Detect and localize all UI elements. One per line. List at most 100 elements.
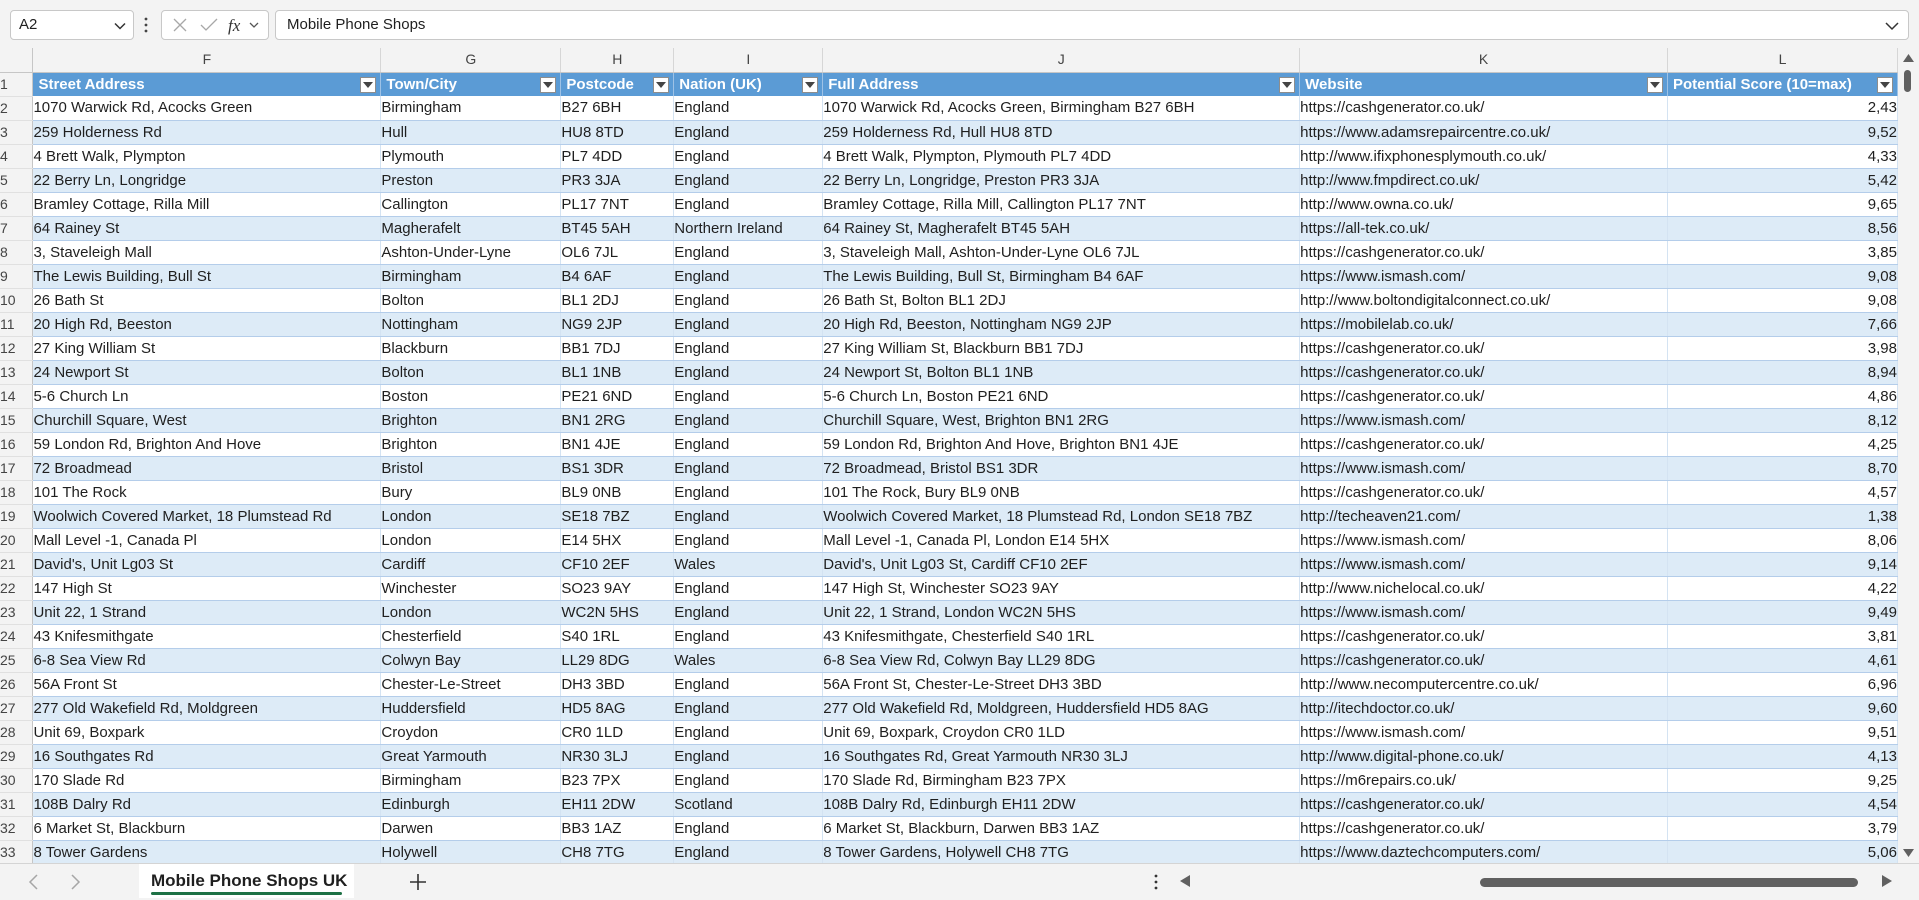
cell-street-address[interactable]: 108B Dalry Rd: [32, 792, 382, 817]
cell-website[interactable]: http://www.boltondigitalconnect.co.uk/: [1299, 288, 1669, 313]
cell-potential-score[interactable]: 3,98: [1667, 336, 1898, 361]
column-header-h[interactable]: H: [560, 48, 675, 73]
cell-street-address[interactable]: 259 Holderness Rd: [32, 120, 382, 145]
row-number[interactable]: 33: [0, 840, 34, 863]
row-number[interactable]: 8: [0, 240, 34, 265]
cell-nation[interactable]: England: [673, 576, 824, 601]
cell-nation[interactable]: England: [673, 288, 824, 313]
cell-street-address[interactable]: David's, Unit Lg03 St: [32, 552, 382, 577]
cell-potential-score[interactable]: 8,56: [1667, 216, 1898, 241]
cell-potential-score[interactable]: 5,06: [1667, 840, 1898, 863]
cell-town-city[interactable]: Brighton: [380, 432, 562, 457]
cell-town-city[interactable]: Bolton: [380, 288, 562, 313]
cell-street-address[interactable]: 6-8 Sea View Rd: [32, 648, 382, 673]
cell-nation[interactable]: England: [673, 672, 824, 697]
cell-potential-score[interactable]: 6,96: [1667, 672, 1898, 697]
cell-postcode[interactable]: BL1 2DJ: [560, 288, 675, 313]
header-nation[interactable]: Nation (UK): [673, 72, 824, 96]
cell-potential-score[interactable]: 9,25: [1667, 768, 1898, 793]
row-number[interactable]: 20: [0, 528, 34, 553]
cell-full-address[interactable]: 5-6 Church Ln, Boston PE21 6ND: [822, 384, 1301, 409]
cell-full-address[interactable]: 259 Holderness Rd, Hull HU8 8TD: [822, 120, 1301, 145]
cell-town-city[interactable]: Winchester: [380, 576, 562, 601]
cell-full-address[interactable]: 72 Broadmead, Bristol BS1 3DR: [822, 456, 1301, 481]
cell-website[interactable]: https://m6repairs.co.uk/: [1299, 768, 1669, 793]
cell-postcode[interactable]: BN1 2RG: [560, 408, 675, 433]
cell-potential-score[interactable]: 9,60: [1667, 696, 1898, 721]
cell-website[interactable]: https://cashgenerator.co.uk/: [1299, 384, 1669, 409]
cell-full-address[interactable]: 277 Old Wakefield Rd, Moldgreen, Hudders…: [822, 696, 1301, 721]
cell-potential-score[interactable]: 8,06: [1667, 528, 1898, 553]
cell-full-address[interactable]: 16 Southgates Rd, Great Yarmouth NR30 3L…: [822, 744, 1301, 769]
cell-nation[interactable]: England: [673, 336, 824, 361]
formula-input[interactable]: Mobile Phone Shops: [275, 10, 1909, 40]
cell-nation[interactable]: England: [673, 384, 824, 409]
column-header-j[interactable]: J: [822, 48, 1301, 73]
row-number[interactable]: 17: [0, 456, 34, 481]
cell-nation[interactable]: England: [673, 624, 824, 649]
cell-town-city[interactable]: Magherafelt: [380, 216, 562, 241]
cell-street-address[interactable]: 20 High Rd, Beeston: [32, 312, 382, 337]
cell-town-city[interactable]: Bury: [380, 480, 562, 505]
cell-street-address[interactable]: Churchill Square, West: [32, 408, 382, 433]
cell-postcode[interactable]: BB1 7DJ: [560, 336, 675, 361]
cell-street-address[interactable]: 8 Tower Gardens: [32, 840, 382, 863]
cell-full-address[interactable]: 20 High Rd, Beeston, Nottingham NG9 2JP: [822, 312, 1301, 337]
cell-website[interactable]: http://www.nichelocal.co.uk/: [1299, 576, 1669, 601]
cell-potential-score[interactable]: 4,33: [1667, 144, 1898, 169]
cell-website[interactable]: https://www.ismash.com/: [1299, 264, 1669, 289]
cell-nation[interactable]: England: [673, 600, 824, 625]
cell-nation[interactable]: Wales: [673, 648, 824, 673]
cell-full-address[interactable]: 101 The Rock, Bury BL9 0NB: [822, 480, 1301, 505]
cell-postcode[interactable]: BL9 0NB: [560, 480, 675, 505]
cell-postcode[interactable]: CR0 1LD: [560, 720, 675, 745]
cell-postcode[interactable]: NG9 2JP: [560, 312, 675, 337]
cell-full-address[interactable]: Unit 69, Boxpark, Croydon CR0 1LD: [822, 720, 1301, 745]
cell-full-address[interactable]: Unit 22, 1 Strand, London WC2N 5HS: [822, 600, 1301, 625]
row-number[interactable]: 27: [0, 696, 34, 721]
check-icon[interactable]: [200, 17, 218, 33]
row-number[interactable]: 15: [0, 408, 34, 433]
cell-town-city[interactable]: Great Yarmouth: [380, 744, 562, 769]
cell-postcode[interactable]: SE18 7BZ: [560, 504, 675, 529]
cell-nation[interactable]: England: [673, 144, 824, 169]
cell-potential-score[interactable]: 7,66: [1667, 312, 1898, 337]
cell-nation[interactable]: England: [673, 264, 824, 289]
cell-website[interactable]: https://www.ismash.com/: [1299, 600, 1669, 625]
cell-town-city[interactable]: Darwen: [380, 816, 562, 841]
cell-nation[interactable]: England: [673, 240, 824, 265]
filter-dropdown-icon[interactable]: [802, 76, 819, 93]
cell-website[interactable]: https://www.ismash.com/: [1299, 528, 1669, 553]
row-number[interactable]: 18: [0, 480, 34, 505]
header-website[interactable]: Website: [1299, 72, 1669, 96]
cell-website[interactable]: https://cashgenerator.co.uk/: [1299, 432, 1669, 457]
cell-street-address[interactable]: 4 Brett Walk, Plympton: [32, 144, 382, 169]
cell-full-address[interactable]: 24 Newport St, Bolton BL1 1NB: [822, 360, 1301, 385]
header-town-city[interactable]: Town/City: [380, 72, 562, 96]
cell-website[interactable]: https://www.ismash.com/: [1299, 408, 1669, 433]
fx-icon[interactable]: fx: [228, 16, 264, 36]
cell-potential-score[interactable]: 1,38: [1667, 504, 1898, 529]
cell-website[interactable]: https://www.daztechcomputers.com/: [1299, 840, 1669, 863]
row-number[interactable]: 9: [0, 264, 34, 289]
cell-potential-score[interactable]: 9,14: [1667, 552, 1898, 577]
cell-full-address[interactable]: 4 Brett Walk, Plympton, Plymouth PL7 4DD: [822, 144, 1301, 169]
cell-postcode[interactable]: OL6 7JL: [560, 240, 675, 265]
cell-street-address[interactable]: 147 High St: [32, 576, 382, 601]
cell-street-address[interactable]: Woolwich Covered Market, 18 Plumstead Rd: [32, 504, 382, 529]
cell-street-address[interactable]: 56A Front St: [32, 672, 382, 697]
cell-full-address[interactable]: 56A Front St, Chester-Le-Street DH3 3BD: [822, 672, 1301, 697]
cell-town-city[interactable]: Plymouth: [380, 144, 562, 169]
column-header-g[interactable]: G: [380, 48, 562, 73]
row-number[interactable]: 31: [0, 792, 34, 817]
expand-formula-icon[interactable]: [1884, 19, 1900, 33]
scroll-down-icon[interactable]: [1903, 849, 1914, 857]
cell-website[interactable]: https://www.adamsrepaircentre.co.uk/: [1299, 120, 1669, 145]
row-number[interactable]: 5: [0, 168, 34, 193]
cell-street-address[interactable]: 24 Newport St: [32, 360, 382, 385]
cell-street-address[interactable]: Unit 69, Boxpark: [32, 720, 382, 745]
cell-street-address[interactable]: Unit 22, 1 Strand: [32, 600, 382, 625]
cell-postcode[interactable]: S40 1RL: [560, 624, 675, 649]
row-number[interactable]: 14: [0, 384, 34, 409]
column-header-i[interactable]: I: [673, 48, 824, 73]
